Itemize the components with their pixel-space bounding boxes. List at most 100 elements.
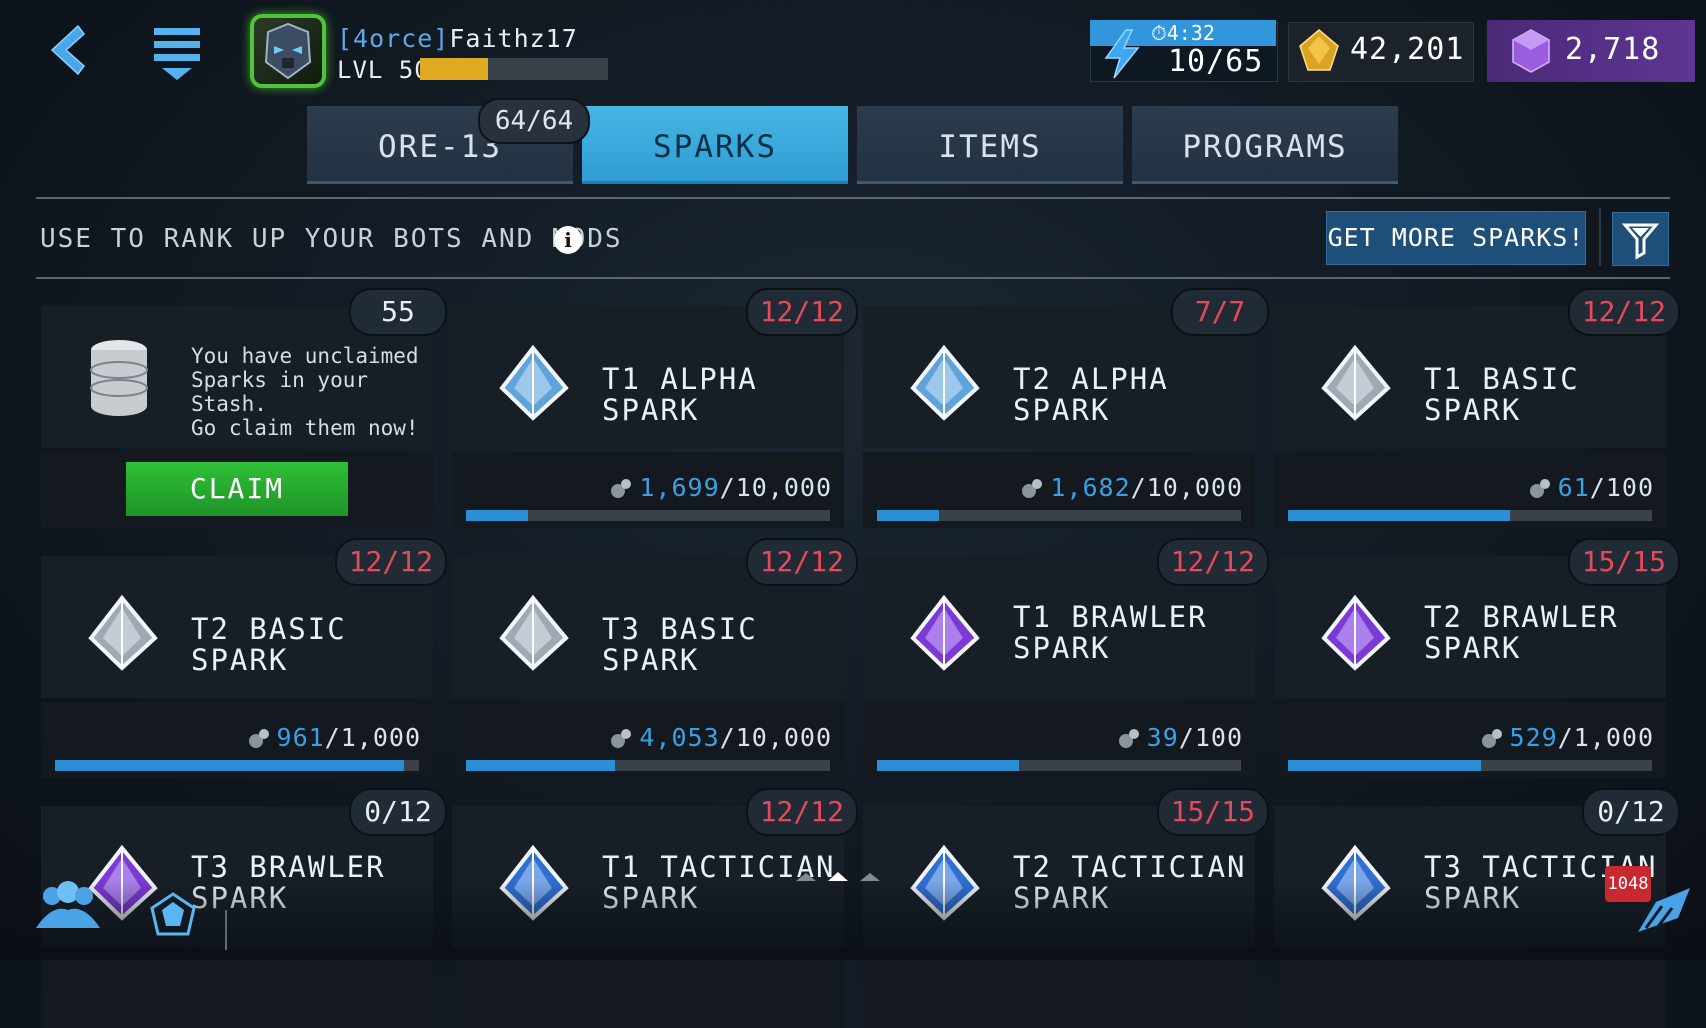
player-avatar[interactable] [250,14,326,88]
tab-programs[interactable]: PROGRAMS [1132,106,1398,184]
xp-bar [420,58,608,80]
spark-card[interactable]: 12/12 T3 BASIC SPARK 4,053/10,000 [452,538,858,778]
progress-separator: / [719,723,736,752]
stash-message: You have unclaimed Sparks in your Stash.… [191,344,433,440]
alpha-spark-icon [494,344,572,422]
toolbar-separator [1599,208,1601,266]
basic-spark-icon [494,594,572,672]
get-more-sparks-button[interactable]: GET MORE SPARKS! [1326,211,1586,265]
spark-name-line1: T2 BASIC SPARK [191,612,347,677]
spark-max: 10,000 [1146,473,1243,502]
card-footer [452,952,844,1028]
progress-separator: / [1557,723,1574,752]
spark-progress-bar [466,510,830,521]
chevron-left-icon [50,24,86,76]
spark-current: 961 [276,723,325,752]
spark-progress-text: 529/1,000 [1480,723,1654,752]
spark-progress-fill [1288,510,1510,521]
section-subtitle: USE TO RANK UP YOUR BOTS AND MODS [40,224,623,254]
spark-current: 1,682 [1050,473,1131,502]
spark-current: 61 [1557,473,1590,502]
robot-face-icon [264,22,312,80]
alliance-button[interactable] [30,880,106,944]
spark-card[interactable]: 7/7 T2 ALPHA SPARK 1,682/10,000 [863,288,1269,528]
spark-shard-icon [1529,479,1550,498]
spark-card[interactable]: 12/12 T1 BASIC SPARK 61/100 [1274,288,1680,528]
spark-progress-bar [1288,760,1652,771]
spark-progress-fill [55,760,404,771]
card-footer [863,952,1255,1028]
spark-name-line2: SPARK [1013,631,1111,665]
spark-card[interactable]: 15/15 T2 BRAWLER SPARK 529/1,000 [1274,538,1680,778]
stash-count-badge: 55 [349,288,447,336]
tab-items[interactable]: ITEMS [857,106,1123,184]
spark-card[interactable]: 12/12 T1 ALPHA SPARK 1,699/10,000 [452,288,858,528]
stash-database-icon [90,340,148,416]
spark-count-badge: 15/15 [1156,788,1269,836]
stash-message-line: Sparks in your Stash. [191,368,369,416]
filter-funnel-icon [1621,223,1660,260]
spark-count-badge: 12/12 [745,788,858,836]
spark-progress-fill [1288,760,1481,771]
spark-count-badge: 12/12 [1156,538,1269,586]
spark-progress-bar [1288,510,1652,521]
spark-shard-icon [1022,479,1043,498]
player-clan-tag: [4orce] [337,24,450,53]
spark-progress-bar [877,510,1241,521]
hamburger-menu-icon [154,28,200,80]
back-button[interactable] [38,20,98,80]
battle-button[interactable] [148,890,198,944]
spark-progress-text: 1,699/10,000 [609,473,832,502]
card-footer [1274,952,1666,1028]
gems-amount: 2,718 [1565,32,1661,67]
progress-separator: / [1178,723,1195,752]
chat-button[interactable] [1628,882,1698,946]
bottom-fade [0,880,1706,960]
progress-separator: / [719,473,736,502]
filter-button[interactable] [1612,212,1669,266]
info-icon[interactable]: i [554,226,582,254]
spark-progress-bar [877,760,1241,771]
spark-count-badge: 7/7 [1171,288,1269,336]
spark-count-badge: 12/12 [745,288,858,336]
stash-message-line: Go claim them now! [191,416,419,440]
spark-name-line1: T2 BRAWLER [1424,600,1619,634]
spark-card[interactable]: 12/12 T1 BRAWLER SPARK 39/100 [863,538,1269,778]
spark-current: 4,053 [639,723,720,752]
spark-shard-icon [1481,729,1502,748]
tab-sparks[interactable]: SPARKS [582,106,848,184]
spark-name-line1: T2 ALPHA SPARK [1013,362,1169,427]
claim-button[interactable]: CLAIM [126,462,348,516]
menu-button[interactable] [150,22,204,84]
spark-progress-text: 39/100 [1117,723,1243,752]
divider [36,197,1670,199]
spark-shard-icon [611,479,632,498]
spark-name: T1 BASIC SPARK [1424,364,1664,426]
player-name-text: Faithz17 [449,24,578,53]
card-footer [41,952,433,1028]
spark-count-badge: 12/12 [745,538,858,586]
spark-progress-text: 61/100 [1528,473,1654,502]
spark-count-badge: 12/12 [1567,288,1680,336]
spark-name: T3 BASIC SPARK [602,614,842,676]
spark-count-badge: 0/12 [349,788,447,836]
spark-max: 10,000 [735,723,832,752]
spark-progress-fill [466,510,528,521]
purple-gem-icon [1512,29,1550,73]
spark-max: 10,000 [735,473,832,502]
spark-name-line1: T3 BASIC SPARK [602,612,758,677]
spark-name: T1 ALPHA SPARK [602,364,842,426]
player-name: [4orce]Faithz17 [337,24,578,53]
group-people-icon [36,881,100,928]
spark-count-badge: 0/12 [1582,788,1680,836]
spark-progress-fill [877,510,939,521]
spark-current: 529 [1509,723,1558,752]
spark-card[interactable]: 12/12 T2 BASIC SPARK 961/1,000 [41,538,447,778]
spark-max: 1,000 [340,723,421,752]
spark-progress-text: 961/1,000 [247,723,421,752]
spark-name-line1: T1 BASIC SPARK [1424,362,1580,427]
divider [36,277,1670,279]
spark-max: 100 [1194,723,1243,752]
spark-progress-fill [877,760,1019,771]
spark-name: T1 BRAWLER SPARK [1013,602,1253,664]
